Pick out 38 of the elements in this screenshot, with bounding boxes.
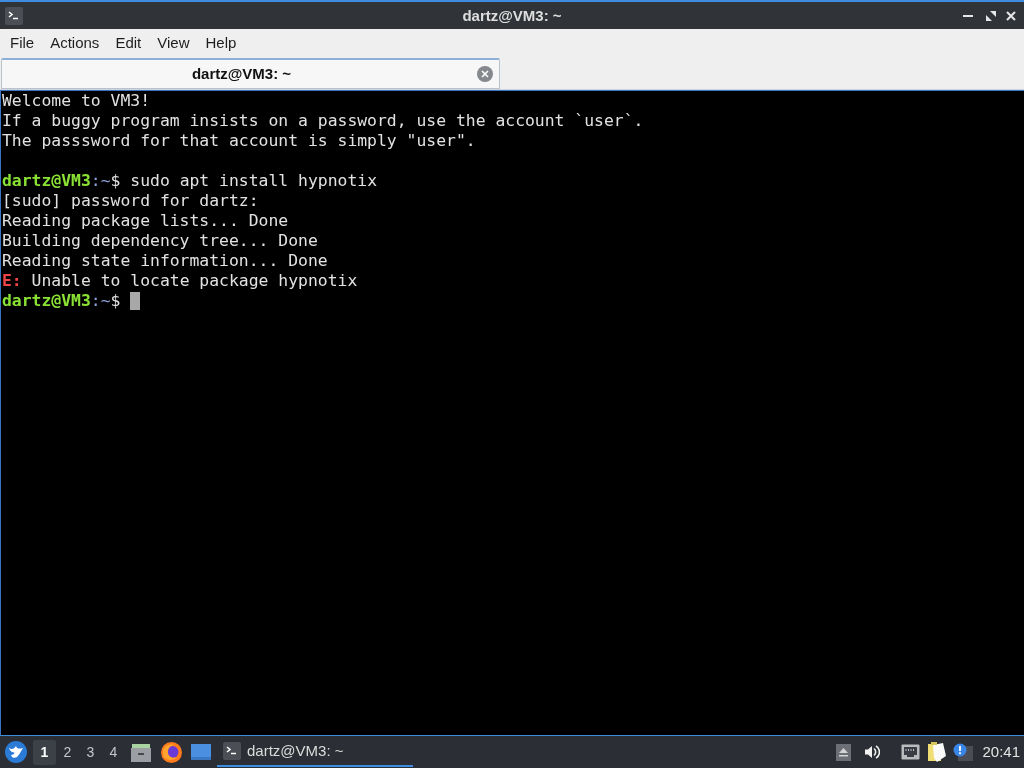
terminal-app-icon (5, 6, 23, 25)
alert-icon[interactable] (953, 743, 974, 761)
terminal-output: Reading state information... Done (2, 251, 328, 271)
maximize-icon[interactable] (986, 10, 996, 21)
clock: 20:41 (982, 741, 1020, 762)
terminal-tab[interactable]: dartz@VM3: ~ (1, 58, 500, 89)
menu-item[interactable]: Help (197, 31, 245, 55)
terminal-output: Building dependency tree... Done (2, 231, 318, 251)
terminal-output: If a buggy program insists on a password, use the account `user`. (2, 111, 644, 131)
tab-close-icon[interactable] (477, 66, 493, 82)
shell-prompt: dartz@VM3:~$ (2, 171, 121, 191)
desktop-switch[interactable]: 1 (33, 739, 56, 765)
desktop-switch[interactable]: 3 (79, 739, 102, 765)
error-message: Unable to locate package hypnotix (31, 271, 358, 291)
error-label: E: (2, 271, 22, 291)
terminal-output: The passsword for that account is simply "user". (2, 131, 476, 151)
desktop-switch[interactable]: 2 (56, 739, 79, 765)
terminal-output: [sudo] password for dartz: (2, 191, 259, 211)
menu-item[interactable]: Actions (42, 31, 108, 55)
menu-item[interactable]: View (149, 31, 198, 55)
close-icon[interactable] (1006, 10, 1016, 21)
menu-item[interactable]: File (2, 31, 43, 55)
terminal-output: Reading package lists... Done (2, 211, 289, 231)
drawer-icon[interactable] (131, 742, 151, 762)
desktop-switch[interactable]: 4 (102, 739, 125, 765)
bird-logo-icon[interactable] (5, 741, 27, 763)
terminal-app-icon (223, 742, 241, 760)
taskbar-window-button[interactable]: dartz@VM3: ~ (217, 737, 413, 767)
note-icon[interactable] (928, 742, 947, 762)
network-port-icon[interactable] (901, 744, 921, 760)
speaker-icon[interactable] (864, 744, 881, 760)
shell-command: sudo apt install hypnotix (130, 171, 377, 191)
eject-icon[interactable] (836, 743, 852, 761)
menu-item[interactable]: Edit (107, 31, 150, 55)
terminal-output: Welcome to VM3! (2, 91, 151, 111)
window-title: dartz@VM3: ~ (462, 6, 562, 25)
fox-globe-icon[interactable] (161, 741, 182, 763)
shell-prompt: dartz@VM3:~$ (2, 291, 121, 311)
